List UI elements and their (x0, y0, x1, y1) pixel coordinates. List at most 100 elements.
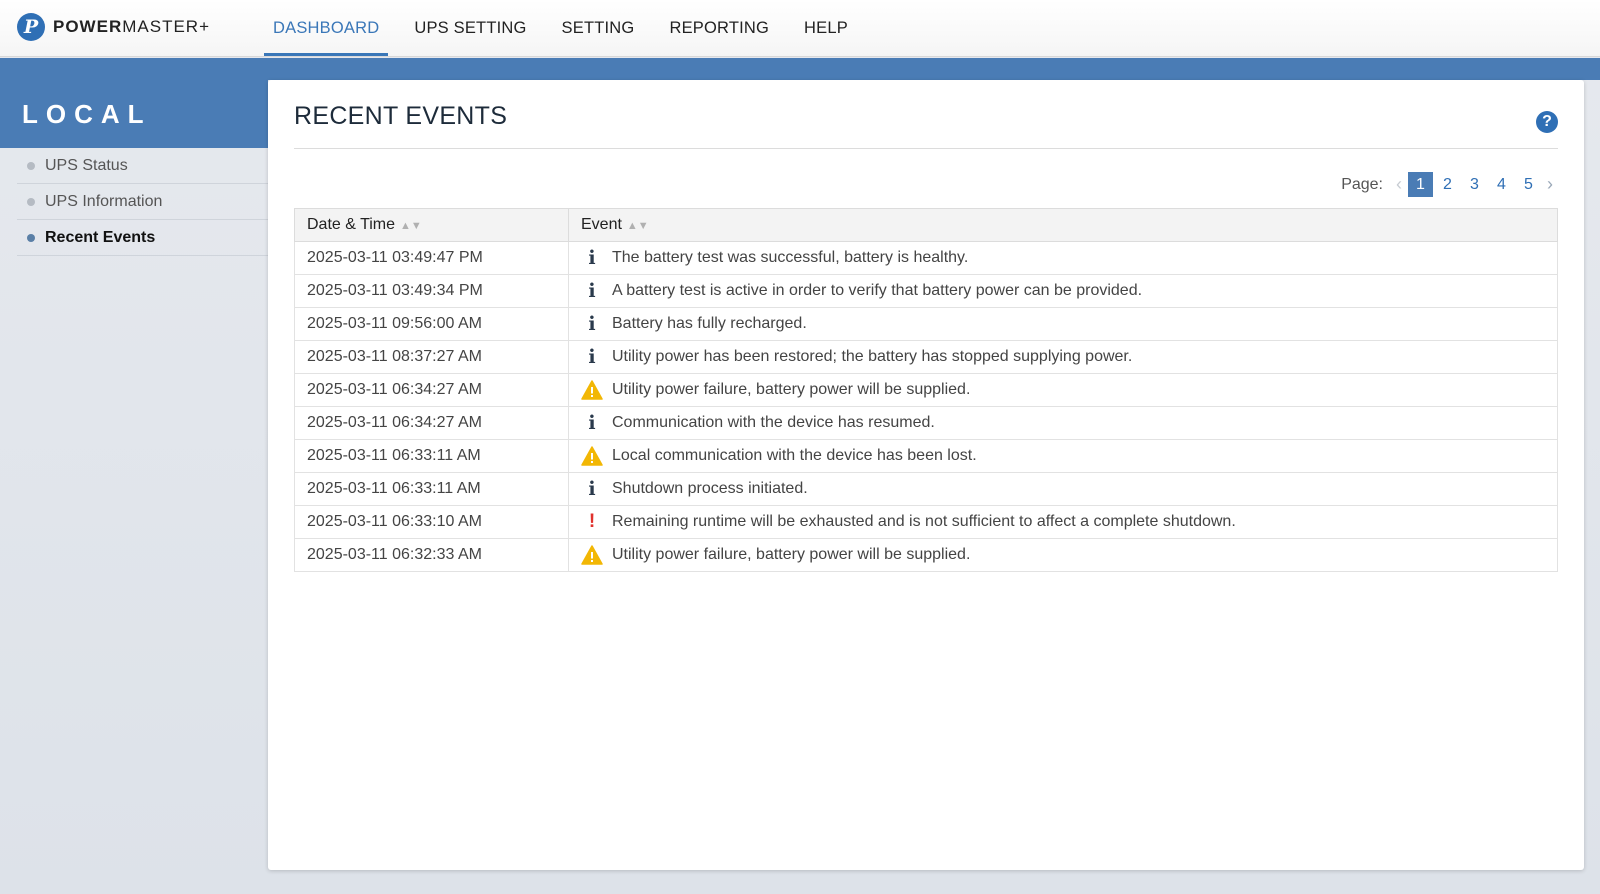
page-5-button[interactable]: 5 (1516, 172, 1541, 197)
event-datetime: 2025-03-11 06:33:11 AM (294, 439, 569, 473)
table-row: 2025-03-11 03:49:47 PM i The battery test … (294, 241, 1558, 275)
table-row: 2025-03-11 06:33:10 AM! Remaining runtime… (294, 505, 1558, 539)
event-cell-content: i Battery has fully recharged. (581, 313, 1557, 335)
warning-icon (581, 379, 603, 401)
event-datetime: 2025-03-11 03:49:34 PM (294, 274, 569, 308)
main-panel: RECENT EVENTS ? Page: ‹ 1 2 3 4 5 › Date… (268, 80, 1584, 870)
warning-icon (581, 544, 603, 566)
chevron-left-icon[interactable]: ‹ (1391, 174, 1407, 195)
page-title: RECENT EVENTS (294, 102, 508, 130)
event-text: Battery has fully recharged. (612, 315, 807, 332)
event-text: Shutdown process initiated. (612, 480, 808, 497)
app-logo[interactable]: P POWERMASTER+ (17, 12, 210, 42)
event-cell-content: i Shutdown process initiated. (581, 478, 1557, 500)
event-cell-content: ! Remaining runtime will be exhausted and… (581, 511, 1557, 533)
header-band (0, 58, 1600, 80)
sort-icon: ▲▼ (400, 220, 422, 232)
nav-reporting[interactable]: REPORTING (660, 0, 778, 57)
nav-help[interactable]: HELP (795, 0, 857, 57)
event-datetime: 2025-03-11 08:37:27 AM (294, 340, 569, 374)
bullet-icon (27, 161, 35, 170)
alert-icon: ! (588, 511, 596, 532)
chevron-right-icon[interactable]: › (1542, 174, 1558, 195)
event-cell-content: i Utility power has been restored; the ba… (581, 346, 1557, 368)
nav-setting[interactable]: SETTING (553, 0, 644, 57)
event-cell: i Utility power has been restored; the ba… (568, 340, 1558, 374)
logo-text-rest: MASTER+ (122, 17, 211, 36)
event-cell: Utility power failure, battery power wil… (568, 373, 1558, 407)
events-table-body: 2025-03-11 03:49:47 PM i The battery test … (294, 241, 1558, 572)
event-datetime: 2025-03-11 06:33:10 AM (294, 505, 569, 539)
event-datetime: 2025-03-11 06:34:27 AM (294, 406, 569, 440)
top-navbar: P POWERMASTER+ DASHBOARD UPS SETTING SET… (0, 0, 1600, 57)
table-row: 2025-03-11 06:34:27 AM i Communication wit… (294, 406, 1558, 440)
table-row: 2025-03-11 08:37:27 AM i Utility power has… (294, 340, 1558, 374)
title-divider (294, 148, 1558, 149)
column-header-label: Event (581, 216, 622, 233)
page-1-button[interactable]: 1 (1408, 172, 1433, 197)
event-cell-content: i Communication with the device has resum… (581, 412, 1557, 434)
pagination: Page: ‹ 1 2 3 4 5 › (1341, 172, 1558, 197)
event-cell: i Communication with the device has resum… (568, 406, 1558, 440)
sidebar-item-recent-events[interactable]: Recent Events (17, 220, 268, 256)
event-text: Utility power failure, battery power wil… (612, 381, 971, 398)
event-cell: Utility power failure, battery power wil… (568, 538, 1558, 572)
event-datetime: 2025-03-11 06:33:11 AM (294, 472, 569, 506)
nav-ups-setting[interactable]: UPS SETTING (405, 0, 535, 57)
table-row: 2025-03-11 09:56:00 AM i Battery has fully… (294, 307, 1558, 341)
bullet-icon (27, 197, 35, 206)
question-icon[interactable]: ? (1536, 111, 1558, 133)
info-icon: i (588, 247, 596, 269)
sort-icon: ▲▼ (626, 220, 649, 232)
table-row: 2025-03-11 06:33:11 AM Local communicatio… (294, 439, 1558, 473)
event-datetime: 2025-03-11 06:32:33 AM (294, 538, 569, 572)
logo-text: POWERMASTER+ (53, 17, 210, 37)
event-cell-content: Utility power failure, battery power wil… (581, 379, 1557, 401)
event-text: Utility power has been restored; the bat… (612, 348, 1133, 365)
page-3-button[interactable]: 3 (1462, 172, 1487, 197)
event-cell: i Battery has fully recharged. (568, 307, 1558, 341)
sidebar: UPS Status UPS Information Recent Events (17, 148, 268, 256)
table-row: 2025-03-11 06:32:33 AM Utility power fail… (294, 538, 1558, 572)
logo-icon: P (17, 13, 45, 41)
sidebar-item-label: Recent Events (45, 228, 156, 246)
event-cell-content: Local communication with the device has … (581, 445, 1557, 467)
table-row: 2025-03-11 06:33:11 AM i Shutdown process … (294, 472, 1558, 506)
event-cell: Local communication with the device has … (568, 439, 1558, 473)
table-header-row: Date & Time ▲▼ Event ▲▼ (294, 208, 1558, 242)
pagination-label: Page: (1341, 175, 1383, 193)
sidebar-item-ups-information[interactable]: UPS Information (17, 184, 268, 220)
info-icon: i (588, 412, 596, 434)
column-header-datetime[interactable]: Date & Time ▲▼ (294, 208, 569, 242)
event-datetime: 2025-03-11 03:49:47 PM (294, 241, 569, 275)
event-text: A battery test is active in order to ver… (612, 282, 1143, 299)
table-row: 2025-03-11 03:49:34 PM i A battery test is… (294, 274, 1558, 308)
event-datetime: 2025-03-11 09:56:00 AM (294, 307, 569, 341)
event-cell-content: i The battery test was successful, batter… (581, 247, 1557, 269)
info-icon: i (588, 313, 596, 335)
event-cell: i The battery test was successful, batter… (568, 241, 1558, 275)
event-cell: i A battery test is active in order to ve… (568, 274, 1558, 308)
page-2-button[interactable]: 2 (1435, 172, 1460, 197)
sidebar-item-ups-status[interactable]: UPS Status (17, 148, 268, 184)
table-row: 2025-03-11 06:34:27 AM Utility power fail… (294, 373, 1558, 407)
event-cell-content: Utility power failure, battery power wil… (581, 544, 1557, 566)
main-nav: DASHBOARD UPS SETTING SETTING REPORTING … (264, 0, 874, 57)
event-cell: ! Remaining runtime will be exhausted and… (568, 505, 1558, 539)
info-icon: i (588, 478, 596, 500)
event-datetime: 2025-03-11 06:34:27 AM (294, 373, 569, 407)
event-text: Remaining runtime will be exhausted and … (612, 513, 1236, 530)
event-cell: i Shutdown process initiated. (568, 472, 1558, 506)
events-table: Date & Time ▲▼ Event ▲▼ 2025-03-11 03:49:4… (294, 208, 1558, 572)
page-4-button[interactable]: 4 (1489, 172, 1514, 197)
info-icon: i (588, 346, 596, 368)
info-icon: i (588, 280, 596, 302)
event-text: The battery test was successful, battery… (612, 249, 969, 266)
event-text: Utility power failure, battery power wil… (612, 546, 971, 563)
sidebar-title: LOCAL (0, 80, 268, 148)
sidebar-item-label: UPS Information (45, 192, 163, 210)
column-header-label: Date & Time (307, 216, 396, 233)
event-text: Communication with the device has resume… (612, 414, 935, 431)
nav-dashboard[interactable]: DASHBOARD (264, 0, 389, 57)
column-header-event[interactable]: Event ▲▼ (568, 208, 1558, 242)
